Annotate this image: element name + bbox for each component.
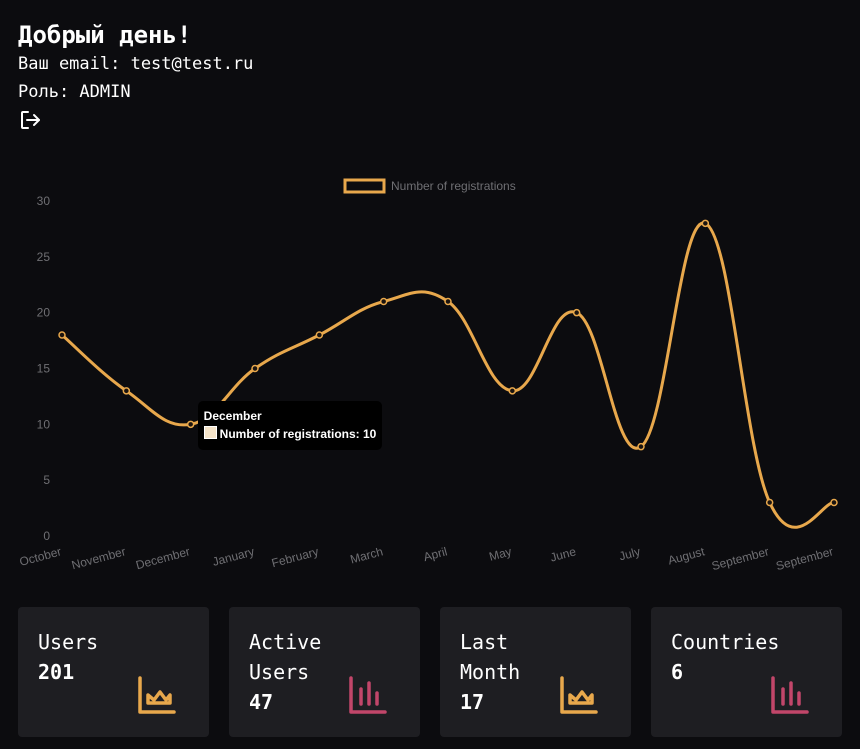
logout-icon[interactable] [18, 108, 42, 132]
tooltip-title: December [203, 409, 262, 424]
stat-card-countries: Countries 6 [651, 607, 842, 737]
stat-label: Countries [671, 630, 780, 654]
x-tick-label: January [211, 544, 256, 569]
data-point [251, 364, 259, 373]
y-tick-label: 15 [37, 362, 51, 376]
email-info: Ваш email: test@test.ru [18, 54, 254, 74]
y-tick-label: 10 [37, 417, 51, 431]
x-tick-label: June [549, 544, 578, 564]
role-info: Роль: ADMIN [18, 82, 131, 102]
stat-card-users: Users 201 [18, 607, 209, 737]
x-tick-label: March [349, 544, 385, 566]
x-tick-label: November [70, 544, 127, 572]
greeting-heading: Добрый день! [18, 21, 192, 49]
x-tick-label: August [666, 544, 706, 567]
x-tick-label: February [270, 544, 320, 570]
x-tick-label: July [618, 544, 642, 563]
stats-cards: Users 201 Active Users 47 Last Month 17 … [18, 607, 842, 737]
series-line [61, 221, 835, 529]
data-point [637, 442, 645, 451]
x-tick-label: May [488, 544, 514, 563]
data-point [765, 498, 774, 507]
legend-swatch [343, 178, 386, 194]
y-tick-label: 30 [37, 194, 51, 208]
stat-card-active-users: Active Users 47 [229, 607, 420, 737]
chart-tooltip: December Number of registrations: 10 [197, 401, 383, 451]
tooltip-swatch [203, 426, 217, 440]
tooltip-body: Number of registrations: 10 [203, 425, 377, 443]
x-tick-label: April [422, 544, 449, 564]
line-chart-svg: Number of registrations 0 5 10 15 20 25 30 Octob… [18, 178, 838, 573]
x-tick-label: September [710, 544, 770, 573]
user-header: Добрый день! Ваш email: test@test.ru Рол… [18, 20, 253, 132]
y-tick-label: 20 [37, 306, 51, 320]
y-tick-label: 25 [37, 250, 51, 264]
crown-chart-icon [560, 676, 598, 714]
y-tick-label: 0 [43, 529, 50, 543]
data-point [122, 387, 131, 395]
stat-label: Users [38, 630, 99, 654]
data-point [572, 308, 581, 317]
legend-label: Number of registrations [391, 179, 516, 193]
data-point [830, 498, 838, 507]
stat-card-last-month: Last Month 17 [440, 607, 631, 737]
tooltip-label: Number of registrations: 10 [219, 427, 377, 442]
data-point [444, 297, 452, 306]
data-point [508, 387, 517, 395]
y-tick-label: 5 [43, 473, 50, 487]
data-point [186, 420, 195, 429]
registrations-chart: Number of registrations 0 5 10 15 20 25 30 Octob… [0, 160, 860, 590]
data-point [701, 219, 710, 228]
bar-chart-icon [349, 676, 387, 714]
data-point [315, 331, 324, 339]
data-point [379, 297, 388, 306]
crown-chart-icon [138, 676, 176, 714]
x-tick-label: December [134, 544, 191, 572]
bar-chart-icon [771, 676, 809, 714]
data-point [58, 331, 66, 339]
x-tick-label: October [18, 544, 63, 569]
x-tick-label: September [774, 544, 834, 573]
